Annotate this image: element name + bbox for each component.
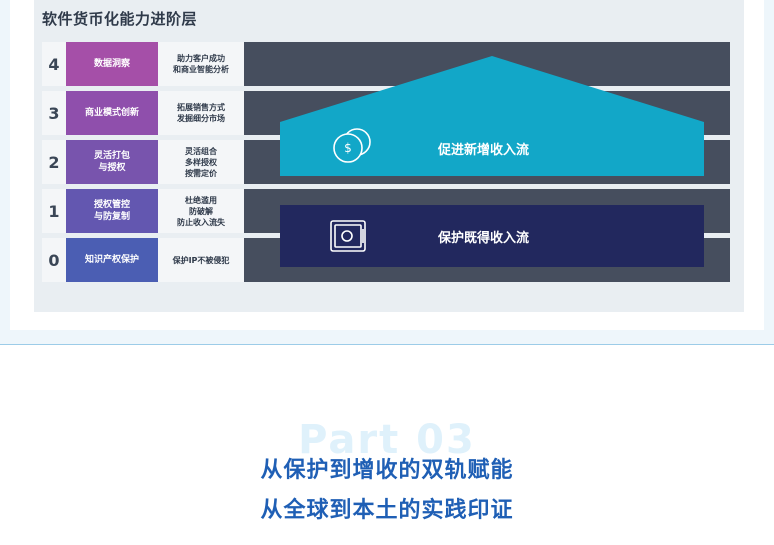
grow-revenue-label: 促进新增收入流 xyxy=(438,143,530,158)
headline-line-1: 从保护到增收的双轨赋能 xyxy=(260,458,514,483)
svg-text:$: $ xyxy=(344,141,352,155)
headline-line-2: 从全球到本土的实践印证 xyxy=(260,498,514,523)
protect-revenue-label: 保护既得收入流 xyxy=(438,231,530,246)
house-overlay: $ xyxy=(280,56,704,267)
section-divider xyxy=(0,344,774,345)
